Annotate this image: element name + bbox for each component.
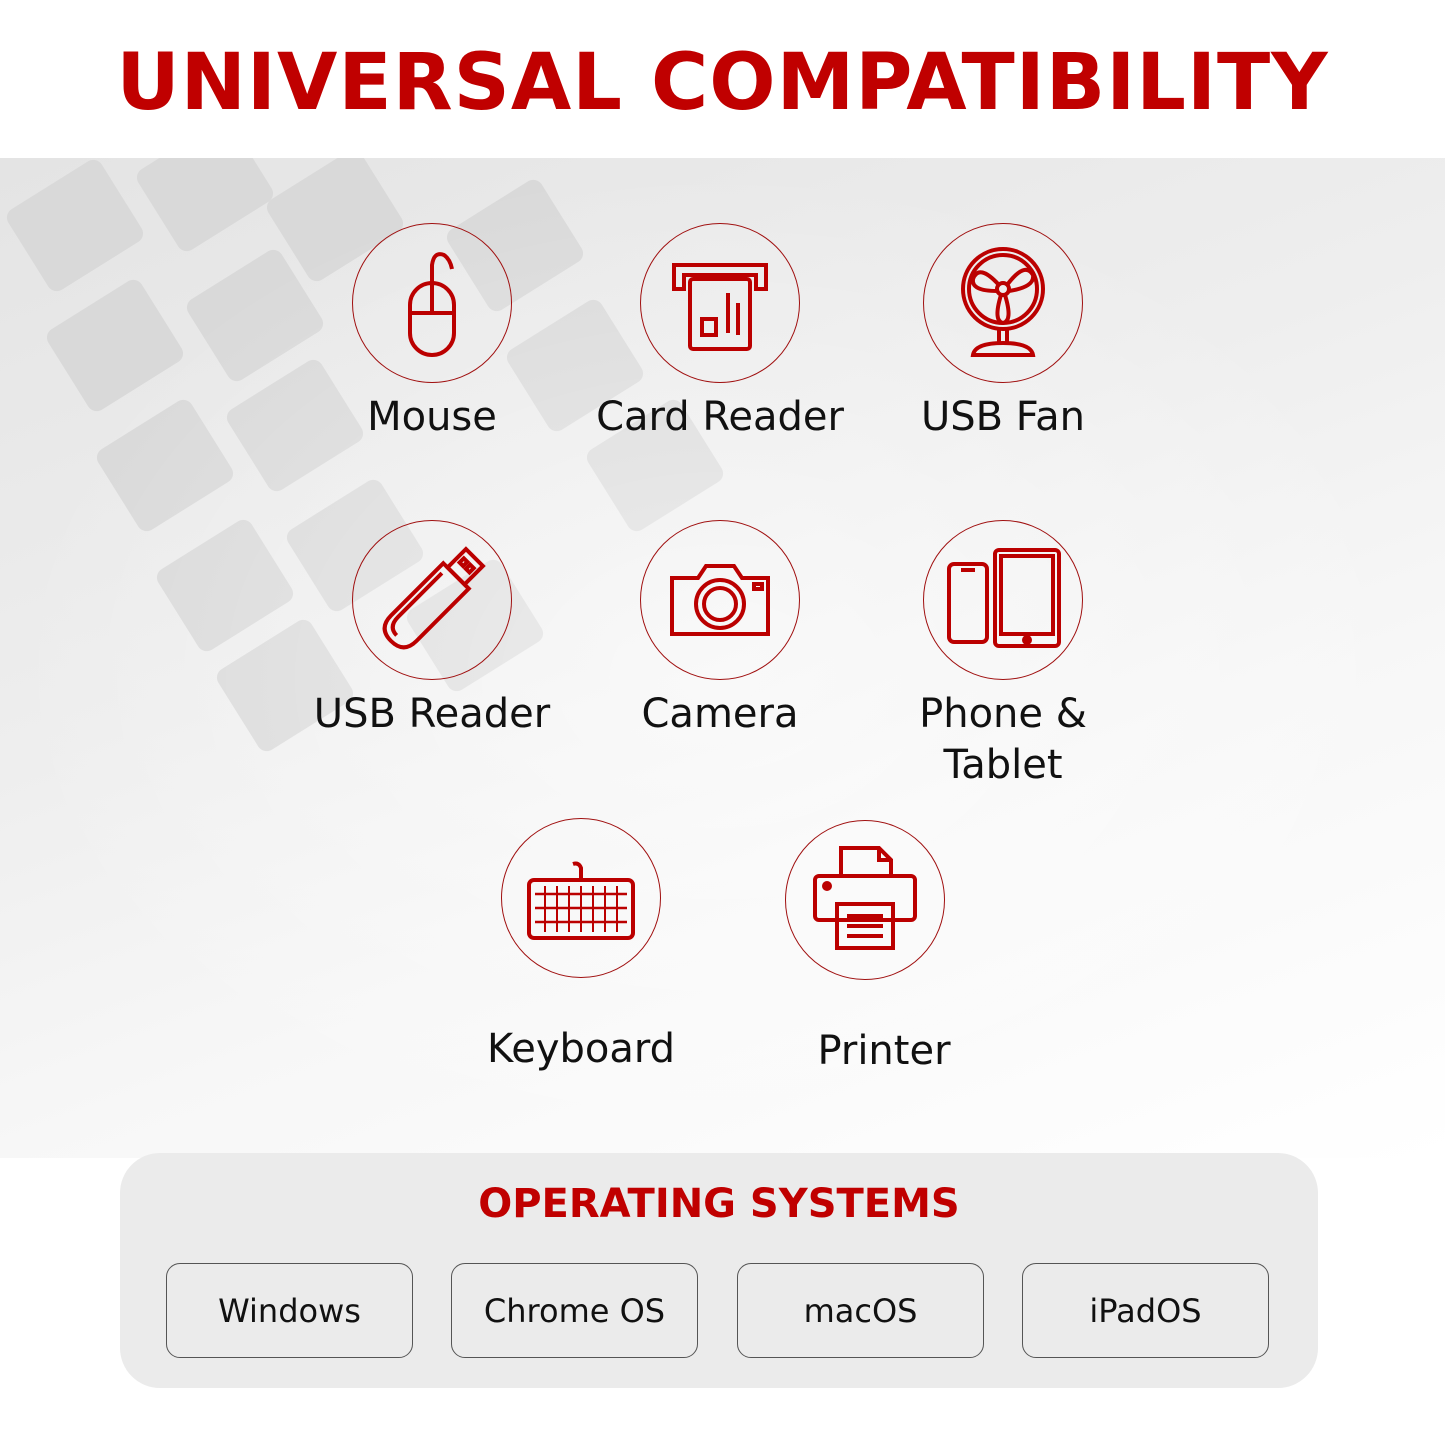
device-label-usb-fan: USB Fan <box>920 394 1086 440</box>
device-label-printer: Printer <box>817 1028 951 1074</box>
os-windows: Windows <box>166 1263 413 1358</box>
printer-icon <box>785 820 945 980</box>
os-chrome-os: Chrome OS <box>451 1263 698 1358</box>
fan-icon <box>923 223 1083 383</box>
keyboard-icon <box>501 818 661 978</box>
os-macos: macOS <box>737 1263 984 1358</box>
os-ipados: iPadOS <box>1022 1263 1269 1358</box>
label-line-1: Phone & <box>919 691 1087 737</box>
card-reader-icon <box>640 223 800 383</box>
camera-icon <box>640 520 800 680</box>
phone-tablet-icon <box>923 520 1083 680</box>
usb-drive-icon <box>352 520 512 680</box>
operating-systems-panel: OPERATING SYSTEMS Windows Chrome OS macO… <box>120 1153 1318 1388</box>
os-heading: OPERATING SYSTEMS <box>478 1181 960 1227</box>
page-title: UNIVERSAL COMPATIBILITY <box>116 38 1329 128</box>
mouse-icon <box>352 223 512 383</box>
device-label-phone-tablet: Phone & Tablet <box>823 689 1183 791</box>
label-line-2: Tablet <box>943 742 1063 788</box>
